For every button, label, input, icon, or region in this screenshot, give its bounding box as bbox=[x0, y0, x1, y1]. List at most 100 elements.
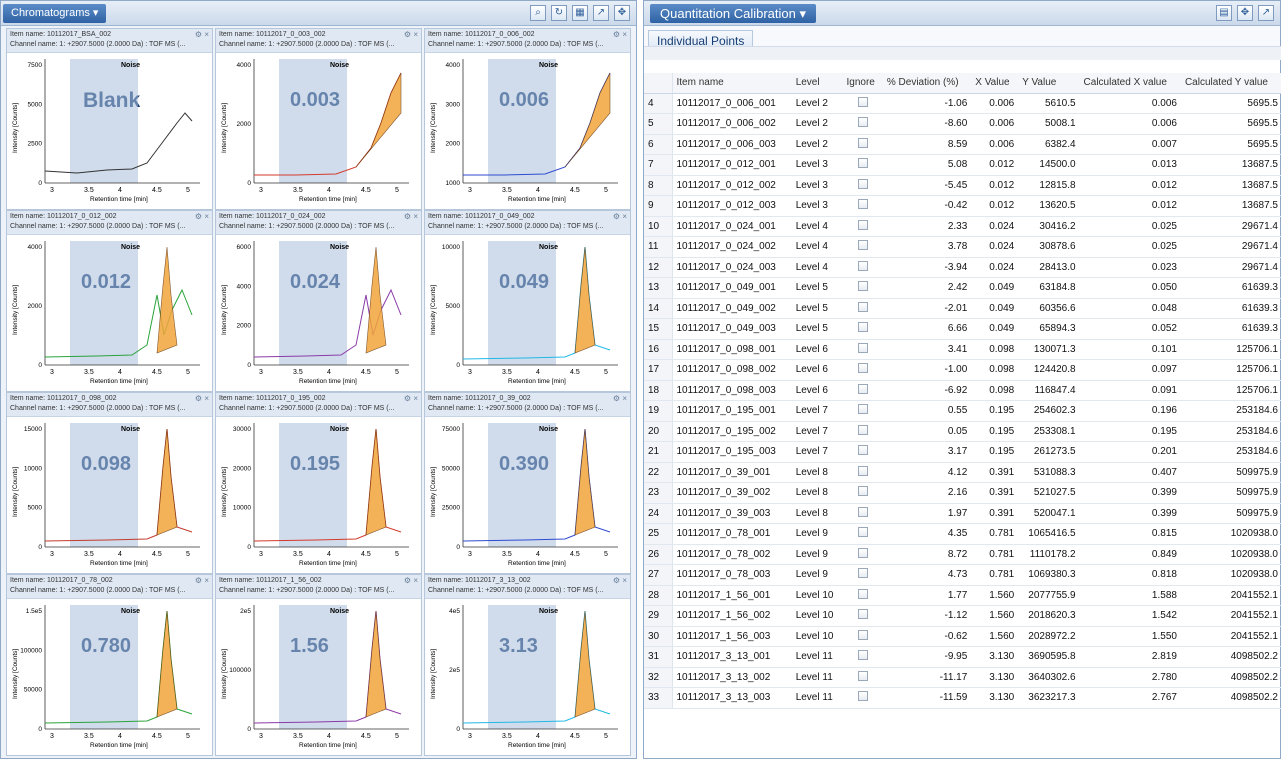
ignore-checkbox[interactable] bbox=[857, 322, 868, 333]
ignore-checkbox[interactable] bbox=[857, 527, 868, 538]
chart-icon[interactable]: ▦ bbox=[572, 5, 588, 21]
table-row[interactable]: 9 10112017_0_012_003 Level 3 -0.42 0.012 1362… bbox=[644, 195, 1281, 217]
refresh-icon[interactable]: ↻ bbox=[551, 5, 567, 21]
ignore-checkbox[interactable] bbox=[857, 178, 868, 189]
ignore-checkbox[interactable] bbox=[857, 670, 868, 681]
table-row[interactable]: 29 10112017_1_56_002 Level 10 -1.12 1.560 201… bbox=[644, 605, 1281, 627]
close-icon[interactable]: ⚙ × bbox=[404, 576, 418, 586]
chromatograms-tab[interactable]: Chromatograms ▾ bbox=[3, 4, 107, 23]
chromatogram-panel[interactable]: Item name: 10112017_0_006_002 Channel nam… bbox=[424, 28, 631, 210]
close-icon[interactable]: ⚙ × bbox=[404, 394, 418, 404]
ignore-checkbox[interactable] bbox=[857, 363, 868, 374]
ignore-checkbox[interactable] bbox=[857, 588, 868, 599]
chromatogram-panel[interactable]: Item name: 10112017_0_024_002 Channel nam… bbox=[215, 210, 422, 392]
chromatogram-panel[interactable]: Item name: 10112017_0_78_002 Channel name… bbox=[6, 574, 213, 756]
table-row[interactable]: 28 10112017_1_56_001 Level 10 1.77 1.560 2077… bbox=[644, 585, 1281, 606]
col-ignore[interactable]: Ignore bbox=[842, 73, 883, 94]
table-row[interactable]: 7 10112017_0_012_001 Level 3 5.08 0.012 14500… bbox=[644, 154, 1281, 176]
col-item-name[interactable]: Item name bbox=[672, 73, 792, 94]
table-row[interactable]: 18 10112017_0_098_003 Level 6 -6.92 0.098 116… bbox=[644, 380, 1281, 401]
close-icon[interactable]: ⚙ × bbox=[195, 576, 209, 586]
col-x-value[interactable]: X Value bbox=[971, 73, 1019, 94]
table-row[interactable]: 30 10112017_1_56_003 Level 10 -0.62 1.560 202… bbox=[644, 626, 1281, 647]
export-icon[interactable]: ↗ bbox=[593, 5, 609, 21]
move-icon[interactable]: ✥ bbox=[1237, 5, 1253, 21]
ignore-checkbox[interactable] bbox=[857, 199, 868, 210]
ignore-checkbox[interactable] bbox=[857, 650, 868, 661]
close-icon[interactable]: ⚙ × bbox=[195, 30, 209, 40]
table-row[interactable]: 5 10112017_0_006_002 Level 2 -8.60 0.006 5008… bbox=[644, 113, 1281, 135]
close-icon[interactable]: ⚙ × bbox=[613, 30, 627, 40]
chromatogram-panel[interactable]: Item name: 10112017_0_003_002 Channel nam… bbox=[215, 28, 422, 210]
table-row[interactable]: 14 10112017_0_049_002 Level 5 -2.01 0.049 603… bbox=[644, 298, 1281, 319]
horizontal-scrollbar[interactable] bbox=[644, 46, 1281, 60]
ignore-checkbox[interactable] bbox=[857, 404, 868, 415]
table-row[interactable]: 25 10112017_0_78_001 Level 9 4.35 0.781 10654… bbox=[644, 523, 1281, 545]
table-row[interactable]: 4 10112017_0_006_001 Level 2 -1.06 0.006 5610… bbox=[644, 93, 1281, 114]
export-icon[interactable]: ↗ bbox=[1258, 5, 1274, 21]
table-row[interactable]: 19 10112017_0_195_001 Level 7 0.55 0.195 2546… bbox=[644, 400, 1281, 422]
table-row[interactable]: 6 10112017_0_006_003 Level 2 8.59 0.006 6382.… bbox=[644, 134, 1281, 155]
table-row[interactable]: 22 10112017_0_39_001 Level 8 4.12 0.391 53108… bbox=[644, 462, 1281, 483]
col-calc-y[interactable]: Calculated Y value bbox=[1180, 73, 1281, 94]
table-row[interactable]: 26 10112017_0_78_002 Level 9 8.72 0.781 11101… bbox=[644, 544, 1281, 565]
col-deviation[interactable]: % Deviation (%) bbox=[882, 73, 972, 94]
ignore-checkbox[interactable] bbox=[857, 506, 868, 517]
close-icon[interactable]: ⚙ × bbox=[613, 212, 627, 222]
ignore-checkbox[interactable] bbox=[857, 219, 868, 230]
table-row[interactable]: 12 10112017_0_024_003 Level 4 -3.94 0.024 284… bbox=[644, 257, 1281, 278]
chromatogram-panel[interactable]: Item name: 10112017_0_098_002 Channel nam… bbox=[6, 392, 213, 574]
chromatogram-panel[interactable]: Item name: 10112017_0_049_002 Channel nam… bbox=[424, 210, 631, 392]
ignore-checkbox[interactable] bbox=[857, 486, 868, 497]
table-row[interactable]: 31 10112017_3_13_001 Level 11 -9.95 3.130 369… bbox=[644, 646, 1281, 668]
chromatogram-panel[interactable]: Item name: 10112017_0_195_002 Channel nam… bbox=[215, 392, 422, 574]
ignore-checkbox[interactable] bbox=[857, 117, 868, 128]
close-icon[interactable]: ⚙ × bbox=[404, 212, 418, 222]
ignore-checkbox[interactable] bbox=[857, 158, 868, 169]
ignore-checkbox[interactable] bbox=[857, 547, 868, 558]
table-row[interactable]: 17 10112017_0_098_002 Level 6 -1.00 0.098 124… bbox=[644, 359, 1281, 381]
chromatogram-panel[interactable]: Item name: 10112017_1_56_002 Channel name… bbox=[215, 574, 422, 756]
close-icon[interactable]: ⚙ × bbox=[195, 394, 209, 404]
ignore-checkbox[interactable] bbox=[857, 260, 868, 271]
table-row[interactable]: 21 10112017_0_195_003 Level 7 3.17 0.195 2612… bbox=[644, 441, 1281, 463]
table-row[interactable]: 27 10112017_0_78_003 Level 9 4.73 0.781 10693… bbox=[644, 564, 1281, 586]
ignore-checkbox[interactable] bbox=[857, 240, 868, 251]
ignore-checkbox[interactable] bbox=[857, 465, 868, 476]
ignore-checkbox[interactable] bbox=[857, 137, 868, 148]
table-row[interactable]: 24 10112017_0_39_003 Level 8 1.97 0.391 52004… bbox=[644, 503, 1281, 524]
chromatogram-panel[interactable]: Item name: 10112017_BSA_002 Channel name:… bbox=[6, 28, 213, 210]
col-calc-x[interactable]: Calculated X value bbox=[1079, 73, 1181, 94]
close-icon[interactable]: ⚙ × bbox=[613, 576, 627, 586]
chromatogram-panel[interactable]: Item name: 10112017_0_012_002 Channel nam… bbox=[6, 210, 213, 392]
table-row[interactable]: 16 10112017_0_098_001 Level 6 3.41 0.098 1300… bbox=[644, 339, 1281, 360]
ignore-checkbox[interactable] bbox=[857, 445, 868, 456]
zoom-icon[interactable]: ⌕ bbox=[530, 5, 546, 21]
ignore-checkbox[interactable] bbox=[857, 96, 868, 107]
table-row[interactable]: 13 10112017_0_049_001 Level 5 2.42 0.049 6318… bbox=[644, 277, 1281, 299]
chromatogram-panel[interactable]: Item name: 10112017_3_13_002 Channel name… bbox=[424, 574, 631, 756]
ignore-checkbox[interactable] bbox=[857, 281, 868, 292]
grid-view-icon[interactable]: ▤ bbox=[1216, 5, 1232, 21]
table-row[interactable]: 10 10112017_0_024_001 Level 4 2.33 0.024 3041… bbox=[644, 216, 1281, 237]
close-icon[interactable]: ⚙ × bbox=[195, 212, 209, 222]
calibration-tab[interactable]: Quantitation Calibration ▾ bbox=[650, 4, 816, 23]
ignore-checkbox[interactable] bbox=[857, 568, 868, 579]
ignore-checkbox[interactable] bbox=[857, 383, 868, 394]
table-row[interactable]: 8 10112017_0_012_002 Level 3 -5.45 0.012 1281… bbox=[644, 175, 1281, 196]
ignore-checkbox[interactable] bbox=[857, 691, 868, 702]
table-row[interactable]: 11 10112017_0_024_002 Level 4 3.78 0.024 3087… bbox=[644, 236, 1281, 258]
move-icon[interactable]: ✥ bbox=[614, 5, 630, 21]
col-y-value[interactable]: Y Value bbox=[1018, 73, 1080, 94]
chromatogram-panel[interactable]: Item name: 10112017_0_39_002 Channel name… bbox=[424, 392, 631, 574]
close-icon[interactable]: ⚙ × bbox=[613, 394, 627, 404]
ignore-checkbox[interactable] bbox=[857, 301, 868, 312]
ignore-checkbox[interactable] bbox=[857, 342, 868, 353]
col-level[interactable]: Level bbox=[791, 73, 843, 94]
table-row[interactable]: 15 10112017_0_049_003 Level 5 6.66 0.049 6589… bbox=[644, 318, 1281, 340]
table-row[interactable]: 32 10112017_3_13_002 Level 11 -11.17 3.130 36… bbox=[644, 667, 1281, 688]
ignore-checkbox[interactable] bbox=[857, 424, 868, 435]
ignore-checkbox[interactable] bbox=[857, 609, 868, 620]
close-icon[interactable]: ⚙ × bbox=[404, 30, 418, 40]
ignore-checkbox[interactable] bbox=[857, 629, 868, 640]
